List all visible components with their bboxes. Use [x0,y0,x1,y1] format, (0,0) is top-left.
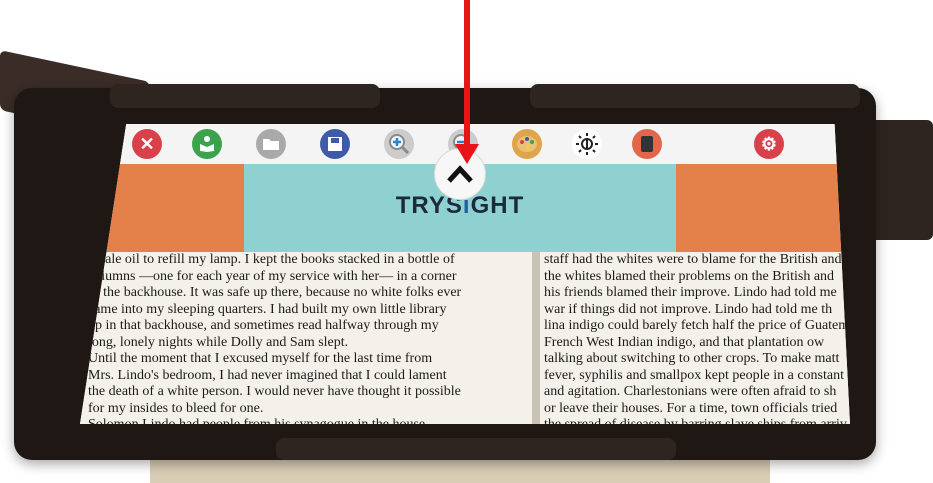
book-text-line: or leave their houses. For a time, town … [544,400,838,416]
tablet-screen: ✕ ⚙ TRYSiGHT whale oil to refill my lamp… [80,124,850,424]
book-text-line: of the backhouse. It was safe up there, … [88,285,462,300]
zoom-in-icon [388,133,410,155]
book-text-line: the spread of disease by barring slave s… [540,417,850,424]
book-text-line: talking about switching to other crops. … [544,351,840,366]
bezel-clip-left [110,84,380,108]
gear-icon: ⚙ [760,134,778,154]
annotation-arrow-shaft [464,0,470,148]
book-text-line: the whites blamed their problems on the … [544,268,835,284]
palette-icon [516,134,538,154]
book-text-line: up in that backhouse, and sometimes read… [88,318,439,333]
brightness-button[interactable] [572,129,602,159]
color-palette-button[interactable] [512,129,542,159]
tablet-view-button[interactable] [632,129,662,159]
brightness-icon [575,132,599,156]
tablet-icon [640,135,654,153]
close-button[interactable]: ✕ [132,129,162,159]
book-text-line: and agitation. Charlestonians were often… [544,384,837,399]
book-text-line: came into my sleeping quarters. I had bu… [88,301,447,317]
book-text-line: the death of a white person. I would nev… [88,384,461,399]
close-icon: ✕ [139,134,155,154]
bezel-clip-bottom [276,438,676,460]
book-text-line: lina indigo could barely fetch half the … [544,318,850,333]
book-text-line: for my insides to bleed for one. [88,400,264,416]
book-text-line: long, lonely nights while Dolly and Sam … [88,334,349,350]
book-text-line: Mrs. Lindo's bedroom, I had never imagin… [88,367,447,383]
settings-button[interactable]: ⚙ [754,129,784,159]
annotation-arrow-head [455,144,479,164]
book-text-line: whale oil to refill my lamp. I kept the … [88,252,455,267]
book-page-left: whale oil to refill my lamp. I kept the … [80,252,538,424]
book-text-line: staff had the whites were to blame for t… [544,252,842,267]
folder-icon [262,137,280,151]
save-icon [327,136,343,152]
book-text-line: fever, syphilis and smallpox kept people… [544,367,850,383]
book-text-line: his friends blamed their improve. Lindo … [544,285,837,300]
reader-icon [198,135,216,153]
reading-mode-button[interactable] [192,129,222,159]
book-text-line: Until the moment that I excused myself f… [88,351,433,366]
book-text-line: French West Indian indigo, and that plan… [544,334,825,350]
bezel-clip-right [530,84,860,108]
book-text-line: columns —one for each year of my service… [88,268,457,284]
book-text-line: war if things did not improve. Lindo had… [544,301,833,317]
book-text-line: Solomon Lindo had people from his synago… [80,417,538,424]
device-base [150,456,770,483]
open-folder-button[interactable] [256,129,286,159]
zoom-in-button[interactable] [384,129,414,159]
save-button[interactable] [320,129,350,159]
book-page-right: staff had the whites were to blame for t… [540,252,850,424]
